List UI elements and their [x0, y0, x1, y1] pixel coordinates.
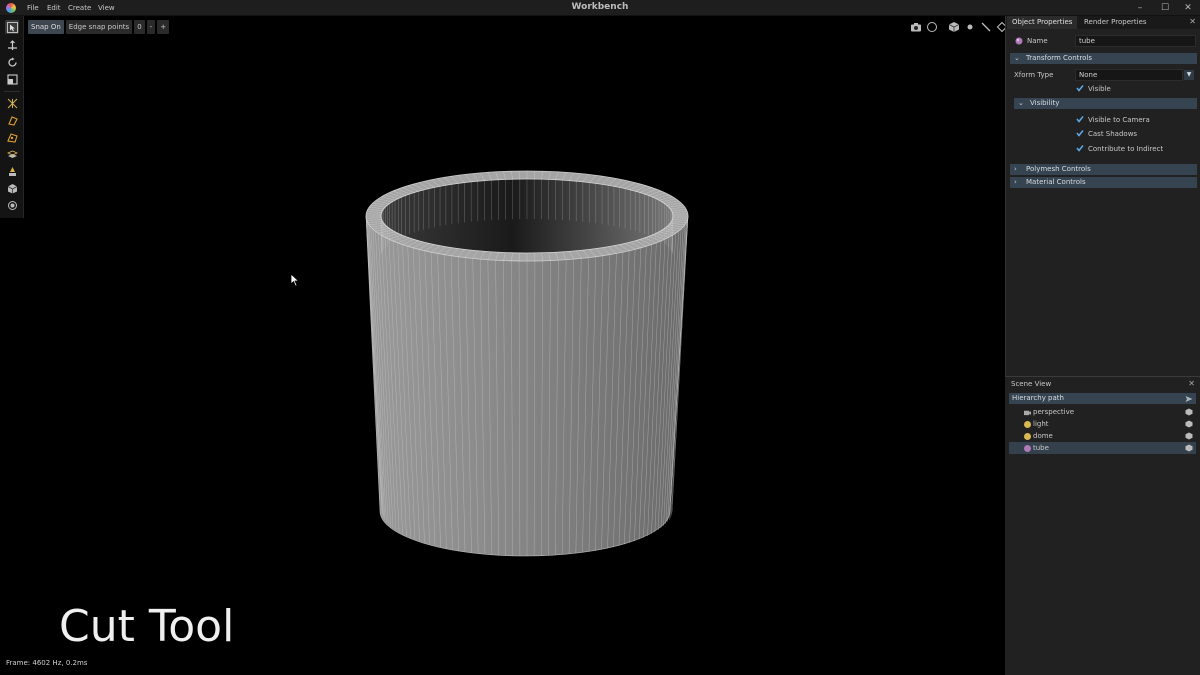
- tree-item-label: tube: [1033, 444, 1049, 452]
- visibility-label: Visibility: [1030, 99, 1060, 107]
- tree-item-tube[interactable]: tube: [1009, 442, 1196, 454]
- mouse-cursor-icon: [290, 273, 300, 287]
- viewport-icons: [908, 18, 1010, 36]
- tree-item-perspective[interactable]: perspective: [1009, 406, 1196, 418]
- send-icon[interactable]: [1185, 395, 1193, 403]
- edge-mode-icon[interactable]: [978, 18, 994, 36]
- bevel-tool-icon[interactable]: [5, 130, 19, 144]
- rotate-tool-icon[interactable]: [5, 55, 19, 69]
- name-field[interactable]: tube: [1075, 35, 1196, 47]
- transform-controls-label: Transform Controls: [1026, 54, 1092, 62]
- polymesh-controls-section[interactable]: › Polymesh Controls: [1010, 164, 1197, 175]
- tree-item-label: dome: [1033, 432, 1053, 440]
- move-tool-icon[interactable]: [5, 38, 19, 52]
- camera-icon: [1024, 410, 1031, 416]
- snap-value-field[interactable]: 0: [134, 20, 145, 34]
- snap-toolbar: Snap On Edge snap points 0 - +: [28, 20, 170, 34]
- visibility-toggle-icon[interactable]: [1185, 420, 1193, 428]
- toolbar-separator: [4, 91, 20, 92]
- tab-object-properties[interactable]: Object Properties: [1007, 16, 1078, 29]
- overlay-title: Cut Tool: [59, 601, 235, 652]
- sphere-primitive-icon[interactable]: [5, 198, 19, 212]
- tree-item-label: perspective: [1033, 408, 1075, 416]
- mesh-icon: [1015, 37, 1023, 45]
- contribute-to-indirect-checkbox[interactable]: [1076, 144, 1084, 152]
- extrude-tool-icon[interactable]: [5, 147, 19, 161]
- tree-item-label: light: [1033, 420, 1049, 428]
- hierarchy-path-label: Hierarchy path: [1012, 394, 1064, 402]
- edge-snap-points-label: Edge snap points: [65, 20, 133, 34]
- cube-primitive-icon[interactable]: [5, 181, 19, 195]
- frame-status: Frame: 4602 Hz, 0.2ms: [6, 659, 88, 667]
- object-mode-icon[interactable]: [946, 18, 962, 36]
- close-window-button[interactable]: ✕: [1178, 1, 1198, 15]
- chevron-right-icon: ›: [1014, 165, 1017, 173]
- snap-decrement-button[interactable]: -: [146, 20, 156, 34]
- close-icon[interactable]: ✕: [1188, 379, 1195, 388]
- maximize-button[interactable]: ☐: [1155, 1, 1175, 15]
- camera-snapshot-icon[interactable]: [908, 18, 924, 36]
- xform-type-select[interactable]: None: [1075, 69, 1183, 81]
- chevron-down-icon[interactable]: ▼: [1184, 70, 1194, 80]
- light-tool-icon[interactable]: [5, 164, 19, 178]
- chevron-down-icon: ⌄: [1014, 54, 1020, 62]
- tab-render-properties[interactable]: Render Properties: [1079, 16, 1152, 29]
- sphere-shading-icon[interactable]: [924, 18, 940, 36]
- contribute-to-indirect-label: Contribute to Indirect: [1088, 145, 1164, 153]
- cut-tool-icon[interactable]: [5, 113, 19, 127]
- vertex-mode-icon[interactable]: [962, 18, 978, 36]
- tube-mesh[interactable]: [344, 156, 704, 586]
- polymesh-controls-label: Polymesh Controls: [1026, 165, 1091, 173]
- tree-item-light[interactable]: light: [1009, 418, 1196, 430]
- minimize-button[interactable]: –: [1130, 1, 1150, 15]
- mesh-icon: [1024, 445, 1031, 452]
- left-toolbar: [0, 16, 24, 218]
- xform-type-label: Xform Type: [1014, 71, 1054, 79]
- transform-controls-section[interactable]: ⌄ Transform Controls: [1010, 53, 1197, 64]
- scene-view-title: Scene View: [1011, 380, 1052, 388]
- cast-shadows-checkbox[interactable]: [1076, 129, 1084, 137]
- title-bar: File Edit Create View Workbench – ☐ ✕: [0, 0, 1200, 16]
- visible-to-camera-label: Visible to Camera: [1088, 116, 1150, 124]
- material-controls-section[interactable]: › Material Controls: [1010, 177, 1197, 188]
- close-icon[interactable]: ✕: [1189, 17, 1196, 26]
- visible-to-camera-checkbox[interactable]: [1076, 115, 1084, 123]
- snap-increment-button[interactable]: +: [157, 20, 170, 34]
- hierarchy-path-header: Hierarchy path: [1009, 393, 1196, 404]
- tree-item-dome[interactable]: dome: [1009, 430, 1196, 442]
- select-tool-icon[interactable]: [5, 20, 19, 34]
- visibility-toggle-icon[interactable]: [1185, 444, 1193, 452]
- cast-shadows-label: Cast Shadows: [1088, 130, 1138, 138]
- visibility-toggle-icon[interactable]: [1185, 408, 1193, 416]
- chevron-right-icon: ›: [1014, 178, 1017, 186]
- scene-view-panel: Scene View ✕ Hierarchy path perspective …: [1005, 376, 1200, 675]
- visibility-section[interactable]: ⌄ Visibility: [1014, 98, 1197, 109]
- light-bulb-icon: [1024, 433, 1031, 440]
- properties-tabs: Object Properties Render Properties ✕: [1006, 16, 1200, 29]
- window-title: Workbench: [571, 2, 629, 12]
- scale-tool-icon[interactable]: [5, 72, 19, 86]
- visibility-toggle-icon[interactable]: [1185, 432, 1193, 440]
- visible-checkbox[interactable]: [1076, 84, 1084, 92]
- viewport[interactable]: Cut Tool: [24, 16, 1005, 675]
- light-bulb-icon: [1024, 421, 1031, 428]
- name-label: Name: [1027, 37, 1048, 45]
- mesh-edit-tool-icon[interactable]: [5, 96, 19, 110]
- material-controls-label: Material Controls: [1026, 178, 1086, 186]
- chevron-down-icon: ⌄: [1018, 99, 1024, 107]
- visible-label: Visible: [1088, 85, 1111, 93]
- snap-on-toggle[interactable]: Snap On: [28, 20, 64, 34]
